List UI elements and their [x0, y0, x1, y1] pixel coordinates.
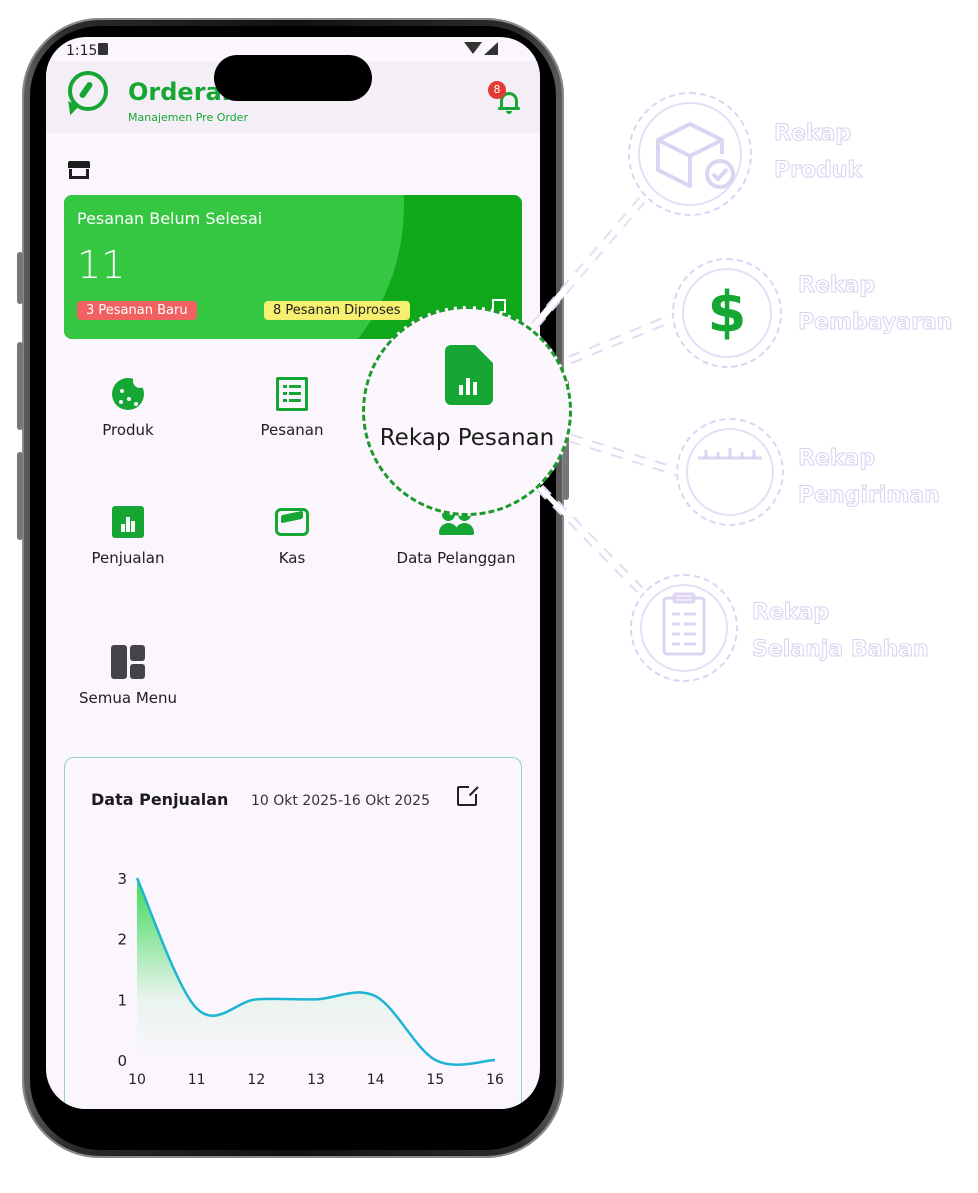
open-external-icon[interactable] [457, 784, 479, 806]
callout-pembayaran-line1: Rekap [797, 273, 876, 299]
callout-circle-pembayaran: $ [672, 258, 782, 368]
callout-pengiriman-line1: Rekap [798, 446, 876, 472]
rekap-pesanan-magnifier[interactable]: Rekap Pesanan [362, 306, 572, 516]
store-icon[interactable] [68, 161, 90, 179]
x-tick-label: 14 [367, 1072, 385, 1088]
report-document-icon [445, 345, 493, 405]
menu-item-kas[interactable]: Kas [212, 505, 372, 567]
y-tick-label: 0 [117, 1052, 127, 1070]
menu-label-kas: Kas [278, 549, 306, 567]
callout-produk-line2: Produk [773, 158, 863, 184]
menu-item-penjualan[interactable]: Penjualan [48, 505, 208, 567]
callout-produk-line1: Rekap [773, 121, 852, 147]
status-time: 1:15 [66, 43, 98, 59]
callout-pengiriman-line2: Pengiriman [798, 483, 941, 509]
app-subtitle: Manajemen Pre Order [128, 111, 248, 124]
sales-chart: 012310 11 12 13 14 15 16 [117, 870, 504, 1088]
sales-data-card: Data Penjualan 10 Okt 2025-16 Okt 2025 0… [64, 757, 522, 1109]
orders-card-title: Pesanan Belum Selesai [77, 209, 263, 228]
sales-card-title: Data Penjualan [91, 790, 229, 809]
wallet-icon [275, 505, 309, 539]
x-tick-label: 16 [486, 1072, 504, 1088]
menu-label-data-pelanggan: Data Pelanggan [396, 549, 516, 567]
menu-item-pesanan[interactable]: Pesanan [212, 377, 372, 439]
callout-circle-pengiriman [676, 418, 784, 526]
dollar-icon: $ [707, 280, 747, 345]
menu-label-pesanan: Pesanan [260, 421, 324, 439]
sim-card-icon [98, 43, 108, 55]
y-tick-label: 2 [117, 931, 127, 949]
callout-circle-selanja-bahan [630, 574, 738, 682]
callout-selanja-bahan-line1: Rekap [752, 600, 830, 626]
x-tick-label: 11 [188, 1072, 206, 1088]
box-check-icon [656, 122, 735, 189]
callout-circle-produk [628, 92, 752, 216]
signal-icon [484, 42, 498, 55]
sales-area-fill [137, 878, 495, 1065]
app-screen: 1:15 Orderan Manajemen Pre Order 8 Pesan… [46, 37, 540, 1109]
x-tick-label: 10 [128, 1072, 146, 1088]
ruler-icon [698, 448, 762, 460]
callout-pembayaran-label[interactable]: Rekap Pembayaran [797, 267, 953, 341]
clipboard-list-icon [662, 592, 706, 656]
menu-label-produk: Produk [102, 421, 154, 439]
magnifier-label: Rekap Pesanan [379, 425, 555, 451]
x-tick-label: 12 [247, 1072, 265, 1088]
callout-selanja-bahan-line2: Selanja Bahan [752, 637, 930, 663]
order-list-icon [275, 377, 309, 411]
callout-pengiriman-label[interactable]: Rekap Pengiriman [798, 440, 941, 514]
x-tick-label: 15 [426, 1072, 444, 1088]
phone-side-button [17, 252, 23, 304]
menu-label-semua-menu: Semua Menu [78, 689, 177, 707]
y-tick-label: 1 [117, 991, 127, 1009]
sales-date-range[interactable]: 10 Okt 2025-16 Okt 2025 [251, 793, 430, 809]
menu-item-semua-menu[interactable]: Semua Menu [48, 645, 208, 707]
menu-item-produk[interactable]: Produk [48, 374, 208, 439]
app-logo-icon [68, 71, 108, 111]
processing-orders-chip[interactable]: 8 Pesanan Diproses [264, 301, 410, 320]
dynamic-island [214, 55, 372, 101]
new-orders-chip[interactable]: 3 Pesanan Baru [77, 301, 197, 320]
phone-volume-up-button [17, 342, 23, 430]
wifi-icon [464, 42, 482, 54]
sales-chart-icon [111, 505, 145, 539]
orders-card-count: 11 [77, 243, 126, 287]
menu-label-penjualan: Penjualan [91, 549, 165, 567]
all-menu-grid-icon [111, 645, 145, 679]
notification-badge: 8 [488, 81, 506, 99]
callout-pembayaran-line2: Pembayaran [797, 310, 953, 336]
y-tick-label: 3 [117, 870, 127, 888]
x-tick-label: 13 [307, 1072, 325, 1088]
callout-produk-label[interactable]: Rekap Produk [773, 115, 863, 189]
callout-selanja-bahan-label[interactable]: Rekap Selanja Bahan [752, 594, 930, 668]
cookie-icon [111, 374, 147, 411]
phone-volume-down-button [17, 452, 23, 540]
